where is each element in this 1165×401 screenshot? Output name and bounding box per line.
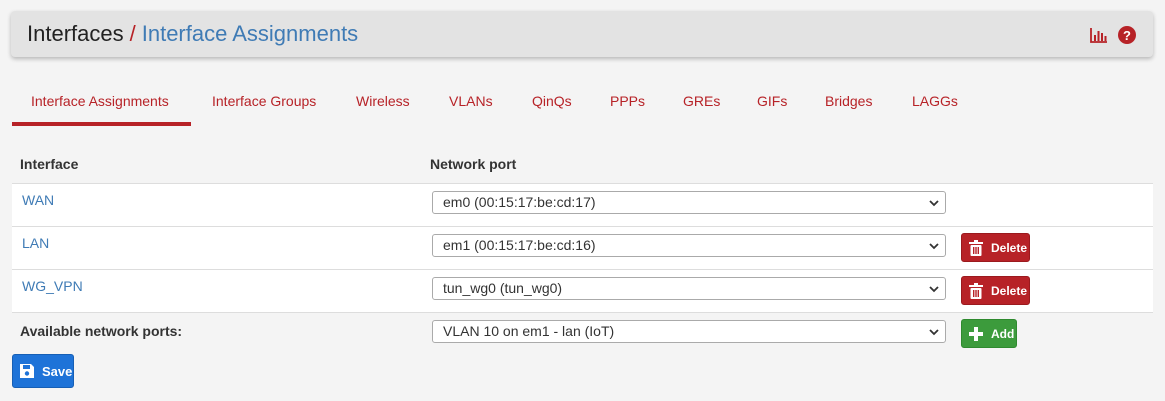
chevron-down-icon xyxy=(929,286,939,293)
tab-gifs[interactable]: GIFs xyxy=(757,84,787,126)
breadcrumb-separator: / xyxy=(129,21,136,46)
interface-link-wg-vpn[interactable]: WG_VPN xyxy=(22,278,83,294)
select-value: tun_wg0 (tun_wg0) xyxy=(443,280,563,296)
delete-label: Delete xyxy=(991,283,1028,298)
breadcrumb-section[interactable]: Interfaces xyxy=(27,21,124,46)
add-label: Add xyxy=(991,326,1015,341)
delete-button-lan[interactable]: Delete xyxy=(961,233,1030,262)
breadcrumb: Interfaces / Interface Assignments xyxy=(27,21,358,47)
available-port-select[interactable]: VLAN 10 on em1 - lan (IoT) xyxy=(432,320,946,343)
table-row: WAN em0 (00:15:17:be:cd:17) xyxy=(12,183,1153,226)
tab-qinqs[interactable]: QinQs xyxy=(532,84,572,126)
column-header-network-port: Network port xyxy=(430,156,517,172)
network-port-select-wg-vpn[interactable]: tun_wg0 (tun_wg0) xyxy=(432,277,946,300)
table-row: LAN em1 (00:15:17:be:cd:16) Delete xyxy=(12,226,1153,269)
select-value: em1 (00:15:17:be:cd:16) xyxy=(443,237,596,253)
delete-button-wg-vpn[interactable]: Delete xyxy=(961,276,1030,305)
interface-link-lan[interactable]: LAN xyxy=(22,235,49,251)
bar-chart-icon[interactable] xyxy=(1089,25,1109,45)
save-label: Save xyxy=(42,363,73,379)
tab-bar: Interface Assignments Interface Groups W… xyxy=(12,84,1153,128)
tab-ppps[interactable]: PPPs xyxy=(610,84,645,126)
tab-interface-groups[interactable]: Interface Groups xyxy=(212,84,316,126)
delete-label: Delete xyxy=(991,240,1028,255)
help-icon[interactable]: ? xyxy=(1117,25,1137,45)
plus-icon xyxy=(969,326,983,341)
interface-link-wan[interactable]: WAN xyxy=(22,192,54,208)
available-ports-row: Available network ports: VLAN 10 on em1 … xyxy=(12,312,1153,355)
column-header-interface: Interface xyxy=(20,156,79,172)
page-header: Interfaces / Interface Assignments ? xyxy=(11,11,1153,57)
available-ports-label: Available network ports: xyxy=(20,323,183,339)
tab-gres[interactable]: GREs xyxy=(683,84,720,126)
table-row: WG_VPN tun_wg0 (tun_wg0) Delete xyxy=(12,269,1153,312)
select-value: VLAN 10 on em1 - lan (IoT) xyxy=(443,323,615,339)
tab-laggs[interactable]: LAGGs xyxy=(912,84,958,126)
chevron-down-icon xyxy=(929,200,939,207)
chevron-down-icon xyxy=(929,329,939,336)
add-button[interactable]: Add xyxy=(961,319,1017,348)
chevron-down-icon xyxy=(929,243,939,250)
trash-icon xyxy=(969,282,983,299)
svg-text:?: ? xyxy=(1123,28,1131,43)
trash-icon xyxy=(969,239,983,256)
tab-wireless[interactable]: Wireless xyxy=(356,84,410,126)
save-icon xyxy=(20,364,34,378)
network-port-select-wan[interactable]: em0 (00:15:17:be:cd:17) xyxy=(432,191,946,214)
network-port-select-lan[interactable]: em1 (00:15:17:be:cd:16) xyxy=(432,234,946,257)
page-title[interactable]: Interface Assignments xyxy=(142,21,358,46)
select-value: em0 (00:15:17:be:cd:17) xyxy=(443,194,596,210)
tab-interface-assignments[interactable]: Interface Assignments xyxy=(12,84,191,126)
save-button[interactable]: Save xyxy=(12,354,74,388)
tab-bridges[interactable]: Bridges xyxy=(825,84,872,126)
tab-vlans[interactable]: VLANs xyxy=(449,84,493,126)
